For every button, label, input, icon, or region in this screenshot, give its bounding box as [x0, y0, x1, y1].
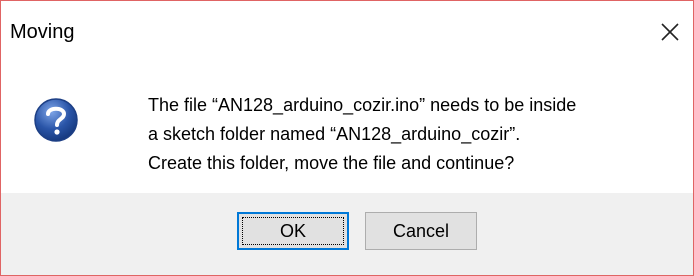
question-icon	[33, 97, 79, 143]
button-row: OK Cancel	[1, 193, 693, 275]
message-text: The file “AN128_arduino_cozir.ino” needs…	[148, 91, 576, 178]
message-line: The file “AN128_arduino_cozir.ino” needs…	[148, 95, 577, 115]
message-area: The file “AN128_arduino_cozir.ino” needs…	[1, 81, 693, 193]
ok-button[interactable]: OK	[237, 212, 349, 250]
message-line: Create this folder, move the file and co…	[148, 153, 515, 173]
message-line: a sketch folder named “AN128_arduino_coz…	[148, 124, 521, 144]
window-title: Moving	[10, 21, 75, 43]
cancel-label: Cancel	[392, 220, 450, 241]
focus-ring	[242, 217, 344, 245]
moving-dialog: Moving The file “AN128_arduino_cozir.ino…	[0, 0, 694, 276]
title-bar: Moving	[1, 1, 693, 81]
cancel-button[interactable]: Cancel	[365, 212, 477, 250]
close-icon[interactable]	[653, 15, 687, 49]
